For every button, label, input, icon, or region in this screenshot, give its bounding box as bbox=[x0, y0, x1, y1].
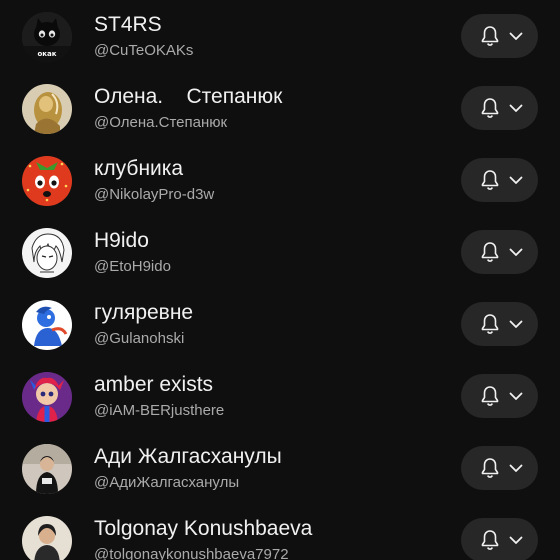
channel-name[interactable]: H9ido bbox=[94, 229, 149, 253]
channel-name[interactable]: Олена. Степанюк bbox=[94, 85, 282, 109]
avatar[interactable] bbox=[22, 444, 72, 494]
notification-settings-button[interactable] bbox=[461, 230, 538, 274]
bell-icon bbox=[481, 98, 499, 118]
avatar[interactable] bbox=[22, 228, 72, 278]
channel-handle: @CuTeOKAKs bbox=[94, 42, 194, 59]
channel-row[interactable]: окак ST4RS @CuTeOKAKs bbox=[0, 0, 560, 72]
chevron-down-icon bbox=[509, 176, 523, 184]
notification-settings-button[interactable] bbox=[461, 518, 538, 560]
channel-name[interactable]: клубника bbox=[94, 157, 183, 181]
channel-row[interactable]: Олена. Степанюк @Олена.Степанюк bbox=[0, 72, 560, 144]
notification-settings-button[interactable] bbox=[461, 374, 538, 418]
channel-row[interactable]: amber exists @iAM-BERjusthere bbox=[0, 360, 560, 432]
channel-row[interactable]: Ади Жалгасханулы @АдиЖалгасханулы bbox=[0, 432, 560, 504]
bell-icon bbox=[481, 530, 499, 550]
chevron-down-icon bbox=[509, 392, 523, 400]
chevron-down-icon bbox=[509, 32, 523, 40]
notification-settings-button[interactable] bbox=[461, 14, 538, 58]
channel-handle: @Gulanohski bbox=[94, 330, 185, 347]
channel-row[interactable]: гуляревне @Gulanohski bbox=[0, 288, 560, 360]
channel-row[interactable]: клубника @NikolayPro-d3w bbox=[0, 144, 560, 216]
channel-name[interactable]: Tolgonay Konushbaeva bbox=[94, 517, 312, 541]
bell-icon bbox=[481, 26, 499, 46]
avatar[interactable]: окак bbox=[22, 12, 72, 62]
notification-settings-button[interactable] bbox=[461, 86, 538, 130]
channel-handle: @EtoH9ido bbox=[94, 258, 171, 275]
channel-name[interactable]: Ади Жалгасханулы bbox=[94, 445, 282, 469]
chevron-down-icon bbox=[509, 104, 523, 112]
bell-icon bbox=[481, 458, 499, 478]
svg-text:окак: окак bbox=[37, 50, 56, 58]
avatar[interactable] bbox=[22, 156, 72, 206]
channel-name[interactable]: ST4RS bbox=[94, 13, 162, 37]
chevron-down-icon bbox=[509, 536, 523, 544]
avatar[interactable] bbox=[22, 300, 72, 350]
chevron-down-icon bbox=[509, 320, 523, 328]
channel-handle: @NikolayPro-d3w bbox=[94, 186, 215, 203]
chevron-down-icon bbox=[509, 464, 523, 472]
bell-icon bbox=[481, 386, 499, 406]
channel-name[interactable]: amber exists bbox=[94, 373, 213, 397]
subscriptions-list: окак ST4RS @CuTeOKAKs Олена. Степанюк @О… bbox=[0, 0, 560, 560]
channel-row[interactable]: H9ido @EtoH9ido bbox=[0, 216, 560, 288]
avatar[interactable] bbox=[22, 372, 72, 422]
channel-handle: @Олена.Степанюк bbox=[94, 114, 228, 131]
channel-name[interactable]: гуляревне bbox=[94, 301, 193, 325]
channel-handle: @tolgonaykonushbaeva7972 bbox=[94, 546, 289, 560]
bell-icon bbox=[481, 242, 499, 262]
channel-handle: @iAM-BERjusthere bbox=[94, 402, 225, 419]
chevron-down-icon bbox=[509, 248, 523, 256]
notification-settings-button[interactable] bbox=[461, 446, 538, 490]
channel-handle: @АдиЖалгасханулы bbox=[94, 474, 240, 491]
bell-icon bbox=[481, 314, 499, 334]
avatar[interactable] bbox=[22, 516, 72, 560]
avatar[interactable] bbox=[22, 84, 72, 134]
bell-icon bbox=[481, 170, 499, 190]
notification-settings-button[interactable] bbox=[461, 158, 538, 202]
notification-settings-button[interactable] bbox=[461, 302, 538, 346]
channel-row[interactable]: Tolgonay Konushbaeva @tolgonaykonushbaev… bbox=[0, 504, 560, 560]
